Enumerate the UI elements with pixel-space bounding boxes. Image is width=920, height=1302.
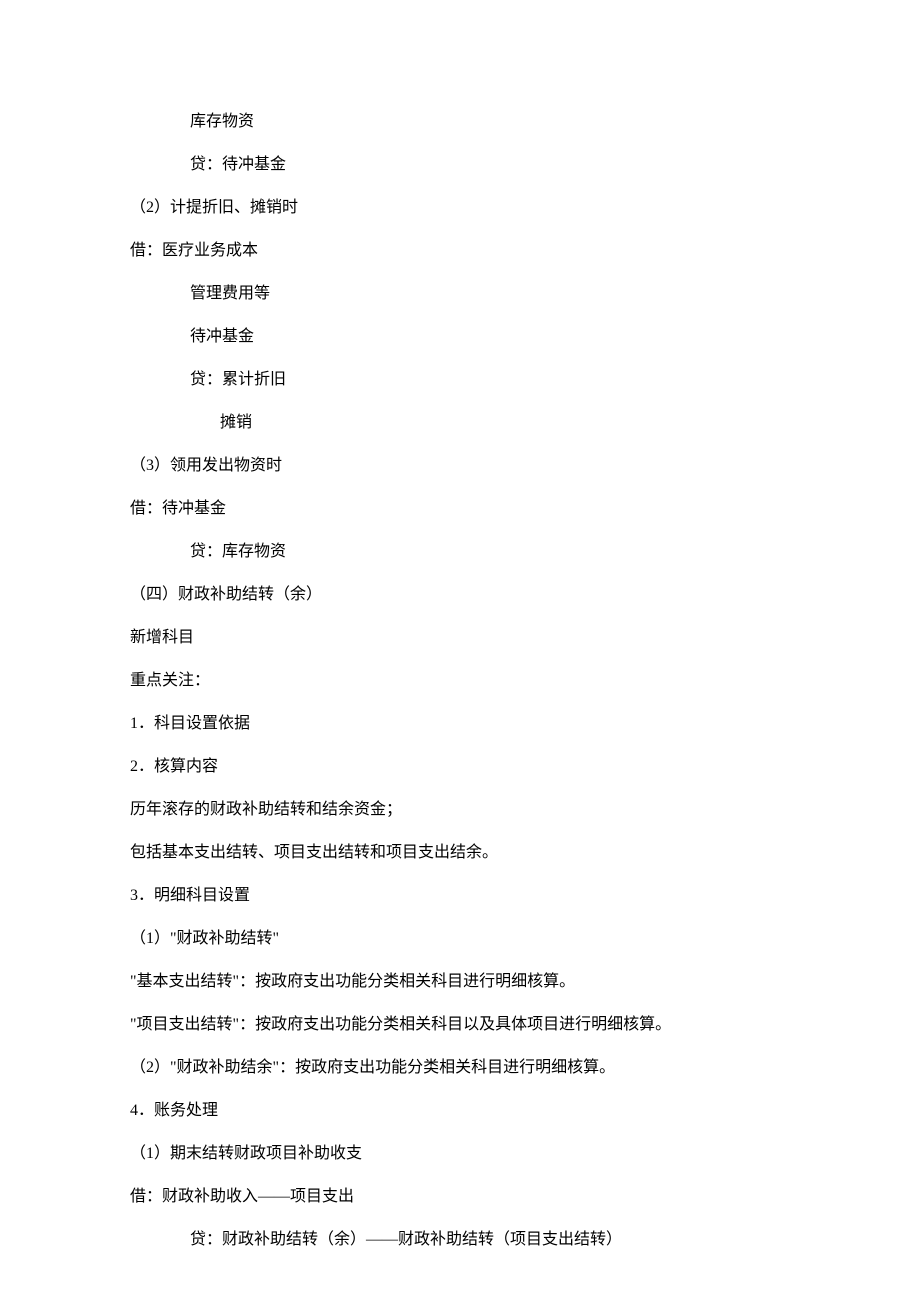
text-line: 包括基本支出结转、项目支出结转和项目支出结余。 [130, 841, 790, 865]
text-line: （四）财政补助结转（余） [130, 583, 790, 607]
text-line: 重点关注： [130, 669, 790, 693]
text-line: 3．明细科目设置 [130, 884, 790, 908]
text-line: 借：财政补助收入——项目支出 [130, 1185, 790, 1209]
text-line: （2）"财政补助结余"：按政府支出功能分类相关科目进行明细核算。 [130, 1056, 790, 1080]
text-line: 借：待冲基金 [130, 497, 790, 521]
text-line: 2．核算内容 [130, 755, 790, 779]
text-line: 贷：待冲基金 [130, 153, 790, 177]
text-line: 1．科目设置依据 [130, 712, 790, 736]
text-line: 待冲基金 [130, 325, 790, 349]
text-line: （1）"财政补助结转" [130, 927, 790, 951]
text-line: 4．账务处理 [130, 1099, 790, 1123]
text-line: 贷：库存物资 [130, 540, 790, 564]
text-line: "项目支出结转"：按政府支出功能分类相关科目以及具体项目进行明细核算。 [130, 1013, 790, 1037]
text-line: （1）期末结转财政项目补助收支 [130, 1142, 790, 1166]
text-line: 贷：财政补助结转（余）——财政补助结转（项目支出结转） [130, 1228, 790, 1252]
text-line: 贷：累计折旧 [130, 368, 790, 392]
text-line: "基本支出结转"：按政府支出功能分类相关科目进行明细核算。 [130, 970, 790, 994]
text-line: （3）领用发出物资时 [130, 454, 790, 478]
text-line: （2）计提折旧、摊销时 [130, 196, 790, 220]
text-line: 管理费用等 [130, 282, 790, 306]
text-line: 借：医疗业务成本 [130, 239, 790, 263]
text-line: 历年滚存的财政补助结转和结余资金； [130, 798, 790, 822]
document-body: 库存物资贷：待冲基金 （2）计提折旧、摊销时借：医疗业务成本管理费用等待冲基金贷：… [130, 110, 790, 1252]
text-line: 库存物资 [130, 110, 790, 134]
text-line: 摊销 [130, 411, 790, 435]
text-line: 新增科目 [130, 626, 790, 650]
